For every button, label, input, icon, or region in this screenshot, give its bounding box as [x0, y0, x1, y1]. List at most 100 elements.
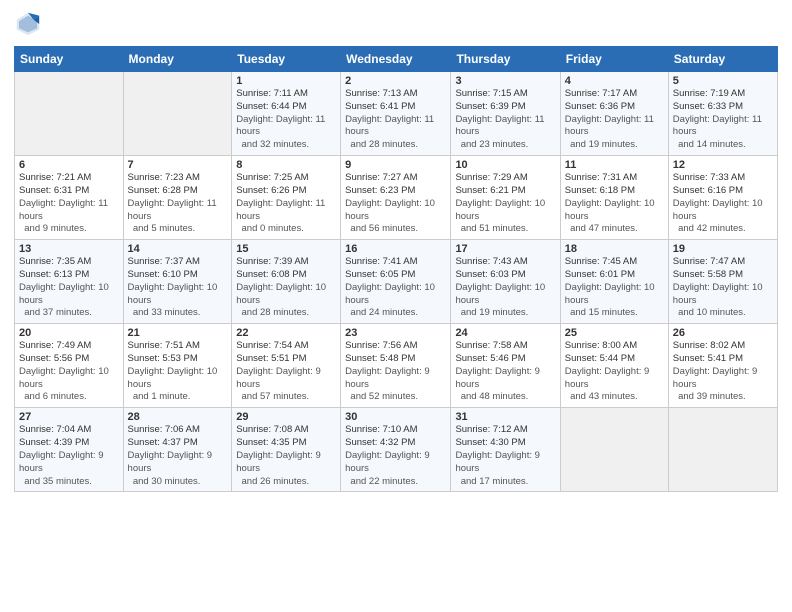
day-info: Sunrise: 7:15 AMSunset: 6:39 PMDaylight:… [455, 88, 555, 152]
day-cell: 11Sunrise: 7:31 AMSunset: 6:18 PMDayligh… [560, 156, 668, 240]
day-number: 20 [19, 327, 119, 339]
day-cell [560, 408, 668, 492]
day-number: 8 [236, 159, 336, 171]
day-info: Sunrise: 7:11 AMSunset: 6:44 PMDaylight:… [236, 88, 336, 152]
calendar-table: SundayMondayTuesdayWednesdayThursdayFrid… [14, 46, 778, 492]
day-info: Sunrise: 7:37 AMSunset: 6:10 PMDaylight:… [128, 256, 228, 320]
day-number: 23 [345, 327, 446, 339]
day-cell: 15Sunrise: 7:39 AMSunset: 6:08 PMDayligh… [232, 240, 341, 324]
day-cell: 27Sunrise: 7:04 AMSunset: 4:39 PMDayligh… [15, 408, 124, 492]
day-info: Sunrise: 7:19 AMSunset: 6:33 PMDaylight:… [673, 88, 773, 152]
day-info: Sunrise: 8:00 AMSunset: 5:44 PMDaylight:… [565, 340, 664, 404]
day-number: 10 [455, 159, 555, 171]
day-number: 19 [673, 243, 773, 255]
week-row-1: 1Sunrise: 7:11 AMSunset: 6:44 PMDaylight… [15, 72, 778, 156]
weekday-header-thursday: Thursday [451, 47, 560, 72]
day-cell: 21Sunrise: 7:51 AMSunset: 5:53 PMDayligh… [123, 324, 232, 408]
day-number: 11 [565, 159, 664, 171]
day-info: Sunrise: 7:04 AMSunset: 4:39 PMDaylight:… [19, 424, 119, 488]
day-info: Sunrise: 7:41 AMSunset: 6:05 PMDaylight:… [345, 256, 446, 320]
logo [14, 10, 46, 38]
day-cell: 17Sunrise: 7:43 AMSunset: 6:03 PMDayligh… [451, 240, 560, 324]
day-info: Sunrise: 7:10 AMSunset: 4:32 PMDaylight:… [345, 424, 446, 488]
day-number: 5 [673, 75, 773, 87]
weekday-header-monday: Monday [123, 47, 232, 72]
logo-icon [14, 10, 42, 38]
day-number: 26 [673, 327, 773, 339]
weekday-header-friday: Friday [560, 47, 668, 72]
day-info: Sunrise: 7:06 AMSunset: 4:37 PMDaylight:… [128, 424, 228, 488]
day-cell: 7Sunrise: 7:23 AMSunset: 6:28 PMDaylight… [123, 156, 232, 240]
day-number: 6 [19, 159, 119, 171]
day-info: Sunrise: 7:43 AMSunset: 6:03 PMDaylight:… [455, 256, 555, 320]
calendar-page: SundayMondayTuesdayWednesdayThursdayFrid… [0, 0, 792, 612]
day-info: Sunrise: 7:27 AMSunset: 6:23 PMDaylight:… [345, 172, 446, 236]
day-number: 12 [673, 159, 773, 171]
day-info: Sunrise: 7:08 AMSunset: 4:35 PMDaylight:… [236, 424, 336, 488]
day-number: 13 [19, 243, 119, 255]
day-cell: 10Sunrise: 7:29 AMSunset: 6:21 PMDayligh… [451, 156, 560, 240]
day-info: Sunrise: 7:39 AMSunset: 6:08 PMDaylight:… [236, 256, 336, 320]
day-number: 15 [236, 243, 336, 255]
day-cell [123, 72, 232, 156]
day-number: 24 [455, 327, 555, 339]
weekday-header-row: SundayMondayTuesdayWednesdayThursdayFrid… [15, 47, 778, 72]
day-cell: 4Sunrise: 7:17 AMSunset: 6:36 PMDaylight… [560, 72, 668, 156]
day-number: 21 [128, 327, 228, 339]
day-number: 22 [236, 327, 336, 339]
day-cell: 25Sunrise: 8:00 AMSunset: 5:44 PMDayligh… [560, 324, 668, 408]
day-info: Sunrise: 7:47 AMSunset: 5:58 PMDaylight:… [673, 256, 773, 320]
day-cell: 16Sunrise: 7:41 AMSunset: 6:05 PMDayligh… [341, 240, 451, 324]
day-cell [668, 408, 777, 492]
day-cell: 23Sunrise: 7:56 AMSunset: 5:48 PMDayligh… [341, 324, 451, 408]
day-info: Sunrise: 8:02 AMSunset: 5:41 PMDaylight:… [673, 340, 773, 404]
day-number: 1 [236, 75, 336, 87]
day-number: 29 [236, 411, 336, 423]
day-info: Sunrise: 7:51 AMSunset: 5:53 PMDaylight:… [128, 340, 228, 404]
day-info: Sunrise: 7:54 AMSunset: 5:51 PMDaylight:… [236, 340, 336, 404]
day-info: Sunrise: 7:58 AMSunset: 5:46 PMDaylight:… [455, 340, 555, 404]
day-cell: 5Sunrise: 7:19 AMSunset: 6:33 PMDaylight… [668, 72, 777, 156]
day-cell: 12Sunrise: 7:33 AMSunset: 6:16 PMDayligh… [668, 156, 777, 240]
day-info: Sunrise: 7:31 AMSunset: 6:18 PMDaylight:… [565, 172, 664, 236]
header [14, 10, 778, 38]
day-number: 3 [455, 75, 555, 87]
day-number: 31 [455, 411, 555, 423]
day-info: Sunrise: 7:45 AMSunset: 6:01 PMDaylight:… [565, 256, 664, 320]
weekday-header-tuesday: Tuesday [232, 47, 341, 72]
weekday-header-saturday: Saturday [668, 47, 777, 72]
day-number: 4 [565, 75, 664, 87]
day-cell: 29Sunrise: 7:08 AMSunset: 4:35 PMDayligh… [232, 408, 341, 492]
day-cell: 22Sunrise: 7:54 AMSunset: 5:51 PMDayligh… [232, 324, 341, 408]
week-row-2: 6Sunrise: 7:21 AMSunset: 6:31 PMDaylight… [15, 156, 778, 240]
day-info: Sunrise: 7:35 AMSunset: 6:13 PMDaylight:… [19, 256, 119, 320]
week-row-5: 27Sunrise: 7:04 AMSunset: 4:39 PMDayligh… [15, 408, 778, 492]
day-cell: 31Sunrise: 7:12 AMSunset: 4:30 PMDayligh… [451, 408, 560, 492]
day-number: 16 [345, 243, 446, 255]
day-info: Sunrise: 7:17 AMSunset: 6:36 PMDaylight:… [565, 88, 664, 152]
day-cell: 8Sunrise: 7:25 AMSunset: 6:26 PMDaylight… [232, 156, 341, 240]
day-info: Sunrise: 7:56 AMSunset: 5:48 PMDaylight:… [345, 340, 446, 404]
day-info: Sunrise: 7:12 AMSunset: 4:30 PMDaylight:… [455, 424, 555, 488]
day-cell: 2Sunrise: 7:13 AMSunset: 6:41 PMDaylight… [341, 72, 451, 156]
day-info: Sunrise: 7:13 AMSunset: 6:41 PMDaylight:… [345, 88, 446, 152]
day-number: 9 [345, 159, 446, 171]
weekday-header-wednesday: Wednesday [341, 47, 451, 72]
weekday-header-sunday: Sunday [15, 47, 124, 72]
day-number: 27 [19, 411, 119, 423]
day-info: Sunrise: 7:49 AMSunset: 5:56 PMDaylight:… [19, 340, 119, 404]
day-info: Sunrise: 7:25 AMSunset: 6:26 PMDaylight:… [236, 172, 336, 236]
day-cell: 9Sunrise: 7:27 AMSunset: 6:23 PMDaylight… [341, 156, 451, 240]
day-cell: 3Sunrise: 7:15 AMSunset: 6:39 PMDaylight… [451, 72, 560, 156]
day-number: 17 [455, 243, 555, 255]
day-cell: 30Sunrise: 7:10 AMSunset: 4:32 PMDayligh… [341, 408, 451, 492]
day-cell: 13Sunrise: 7:35 AMSunset: 6:13 PMDayligh… [15, 240, 124, 324]
day-cell: 28Sunrise: 7:06 AMSunset: 4:37 PMDayligh… [123, 408, 232, 492]
day-cell: 19Sunrise: 7:47 AMSunset: 5:58 PMDayligh… [668, 240, 777, 324]
day-cell: 26Sunrise: 8:02 AMSunset: 5:41 PMDayligh… [668, 324, 777, 408]
day-cell: 6Sunrise: 7:21 AMSunset: 6:31 PMDaylight… [15, 156, 124, 240]
day-cell: 24Sunrise: 7:58 AMSunset: 5:46 PMDayligh… [451, 324, 560, 408]
day-number: 7 [128, 159, 228, 171]
day-cell: 1Sunrise: 7:11 AMSunset: 6:44 PMDaylight… [232, 72, 341, 156]
day-number: 28 [128, 411, 228, 423]
